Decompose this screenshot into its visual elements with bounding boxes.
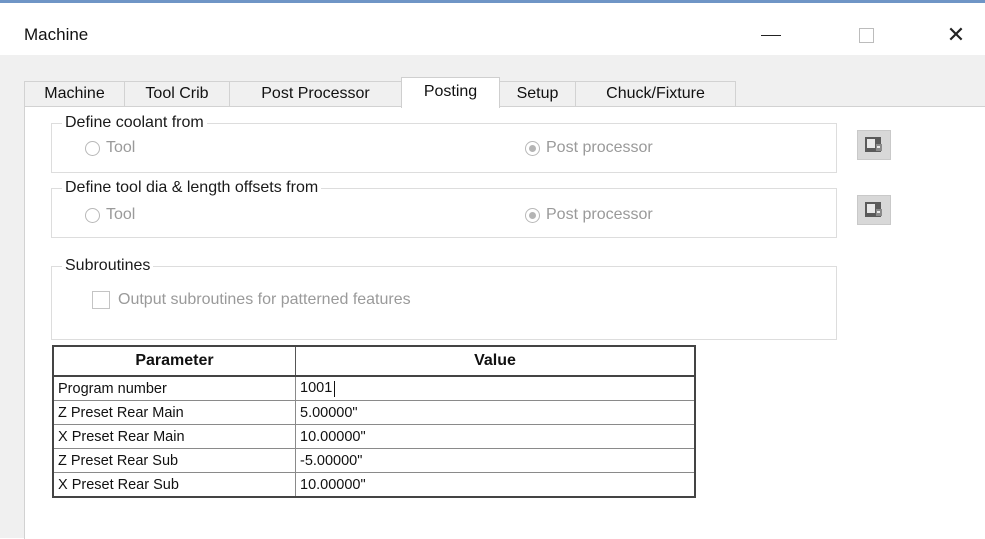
- parameter-value-cell[interactable]: 5.00000": [295, 400, 696, 425]
- table-header-row: Parameter Value: [52, 345, 696, 377]
- tab-posting[interactable]: Posting: [401, 77, 500, 108]
- radio-selected-icon: [525, 207, 540, 223]
- tab-chuck-fixture[interactable]: Chuck/Fixture: [575, 81, 736, 106]
- table-row[interactable]: Z Preset Rear Main 5.00000": [52, 400, 696, 425]
- output-subroutines-label: Output subroutines for patterned feature…: [118, 291, 411, 308]
- dialog-client-area: Machine Tool Crib Post Processor Posting…: [0, 55, 985, 539]
- posting-tab-page: Define coolant from Tool Post processor …: [24, 106, 985, 539]
- machine-properties-icon: [865, 202, 882, 217]
- parameter-value-cell[interactable]: 10.00000": [295, 424, 696, 449]
- tab-machine[interactable]: Machine: [24, 81, 125, 106]
- offsets-tool-radio[interactable]: Tool: [85, 206, 135, 224]
- machine-properties-icon: [865, 137, 882, 152]
- window-title: Machine: [24, 25, 89, 44]
- parameter-name-cell: Z Preset Rear Main: [52, 400, 296, 425]
- subroutines-label: Subroutines: [62, 256, 154, 276]
- table-row[interactable]: X Preset Rear Main 10.00000": [52, 424, 696, 449]
- tab-tool-crib[interactable]: Tool Crib: [124, 81, 230, 106]
- parameter-name-cell: Program number: [52, 375, 296, 401]
- tab-setup[interactable]: Setup: [499, 81, 576, 106]
- coolant-post-processor-label: Post processor: [546, 139, 653, 156]
- output-subroutines-checkbox[interactable]: Output subroutines for patterned feature…: [92, 291, 411, 309]
- program-number-value[interactable]: 1001: [300, 380, 332, 396]
- offsets-post-processor-radio[interactable]: Post processor: [525, 206, 653, 224]
- parameter-name-cell: Z Preset Rear Sub: [52, 448, 296, 473]
- offsets-tool-label: Tool: [106, 206, 136, 223]
- offsets-settings-button[interactable]: [857, 195, 891, 225]
- radio-button-icon: [85, 207, 100, 223]
- value-column-header[interactable]: Value: [295, 345, 696, 377]
- radio-button-icon: [85, 140, 100, 156]
- table-row[interactable]: Program number 1001: [52, 375, 696, 401]
- subroutines-group: Subroutines Output subroutines for patte…: [51, 256, 837, 340]
- minimize-button[interactable]: [749, 15, 793, 55]
- offsets-source-label: Define tool dia & length offsets from: [62, 178, 322, 198]
- checkbox-icon: [92, 291, 110, 309]
- text-caret: [334, 380, 336, 397]
- maximize-button[interactable]: [844, 15, 888, 55]
- parameter-value-cell[interactable]: -5.00000": [295, 448, 696, 473]
- parameter-value-cell[interactable]: 10.00000": [295, 472, 696, 498]
- table-row[interactable]: Z Preset Rear Sub -5.00000": [52, 448, 696, 473]
- offsets-post-processor-label: Post processor: [546, 206, 653, 223]
- title-bar[interactable]: Machine ✕: [0, 3, 985, 55]
- close-button[interactable]: ✕: [934, 15, 978, 55]
- radio-selected-icon: [525, 140, 540, 156]
- parameters-table: Parameter Value Program number 1001 Z Pr…: [52, 345, 696, 498]
- coolant-source-label: Define coolant from: [62, 113, 207, 133]
- coolant-post-processor-radio[interactable]: Post processor: [525, 139, 653, 157]
- coolant-tool-radio[interactable]: Tool: [85, 139, 135, 157]
- minimize-icon: [761, 34, 781, 36]
- table-row[interactable]: X Preset Rear Sub 10.00000": [52, 472, 696, 498]
- offsets-source-group: Define tool dia & length offsets from To…: [51, 178, 837, 238]
- coolant-tool-label: Tool: [106, 139, 136, 156]
- maximize-icon: [858, 27, 874, 43]
- parameter-name-cell: X Preset Rear Sub: [52, 472, 296, 498]
- coolant-settings-button[interactable]: [857, 130, 891, 160]
- coolant-source-group: Define coolant from Tool Post processor: [51, 113, 837, 173]
- parameter-value-cell[interactable]: 1001: [295, 375, 696, 401]
- close-icon: ✕: [946, 22, 966, 48]
- parameter-name-cell: X Preset Rear Main: [52, 424, 296, 449]
- parameter-column-header[interactable]: Parameter: [52, 345, 296, 377]
- tab-post-processor[interactable]: Post Processor: [229, 81, 402, 106]
